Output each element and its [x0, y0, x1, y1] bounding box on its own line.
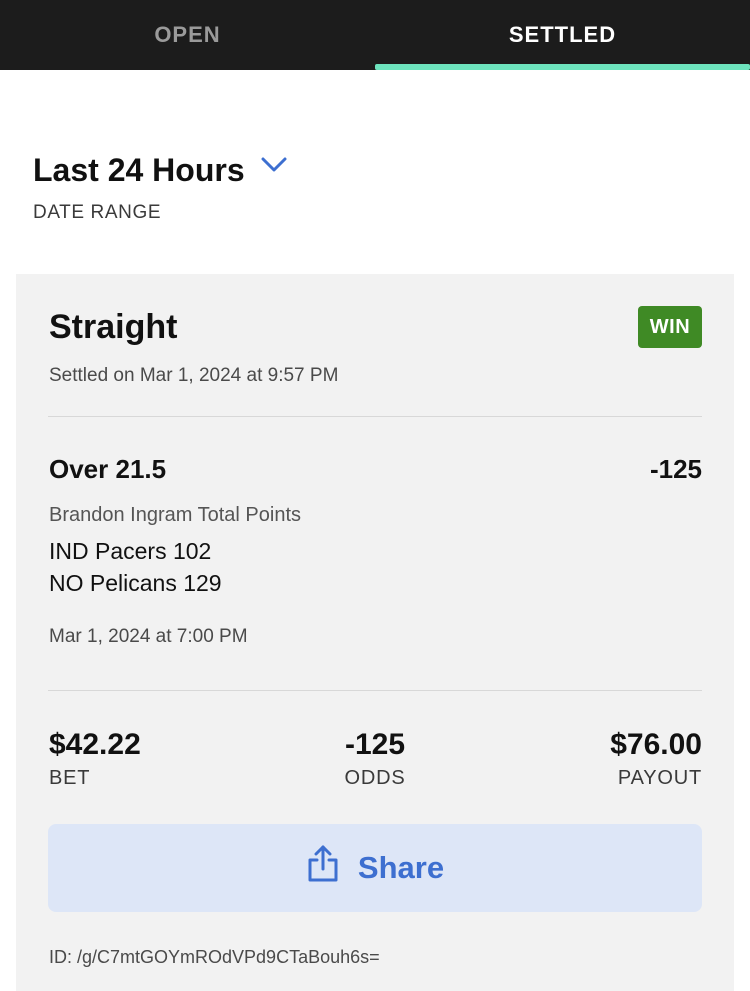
- active-tab-indicator: [375, 64, 750, 70]
- selection-odds: -125: [649, 454, 702, 484]
- settled-timestamp: Settled on Mar 1, 2024 at 9:57 PM: [49, 365, 339, 386]
- bet-amount: $42.22: [49, 728, 141, 761]
- event-time: Mar 1, 2024 at 7:00 PM: [49, 626, 248, 647]
- tab-settled[interactable]: SETTLED: [375, 0, 750, 70]
- tab-bar: OPEN SETTLED: [0, 0, 750, 70]
- divider: [48, 690, 702, 691]
- date-range-value: Last 24 Hours: [33, 152, 245, 188]
- selection-title: Over 21.5: [49, 454, 167, 484]
- bet-amount-label: BET: [49, 767, 91, 789]
- payout-amount: $76.00: [610, 728, 702, 761]
- odds-value: -125: [344, 728, 406, 761]
- team-score-away: IND Pacers 102: [49, 538, 212, 564]
- tab-open[interactable]: OPEN: [0, 0, 375, 70]
- chevron-down-icon[interactable]: [261, 157, 287, 178]
- divider: [48, 416, 702, 417]
- bet-id: ID: /g/C7mtGOYmROdVPd9CTaBouh6s=: [49, 947, 380, 967]
- team-score-home: NO Pelicans 129: [49, 570, 222, 596]
- odds-label: ODDS: [344, 767, 406, 789]
- share-icon: [306, 845, 340, 888]
- bet-type-title: Straight: [49, 308, 178, 346]
- market-name: Brandon Ingram Total Points: [49, 504, 302, 526]
- payout-label: PAYOUT: [617, 767, 702, 789]
- date-range-label: DATE RANGE: [33, 202, 162, 223]
- share-button-label: Share: [357, 850, 445, 885]
- result-badge: WIN: [638, 306, 702, 348]
- date-range-dropdown[interactable]: Last 24 Hours: [33, 152, 287, 189]
- share-button[interactable]: Share: [48, 824, 702, 912]
